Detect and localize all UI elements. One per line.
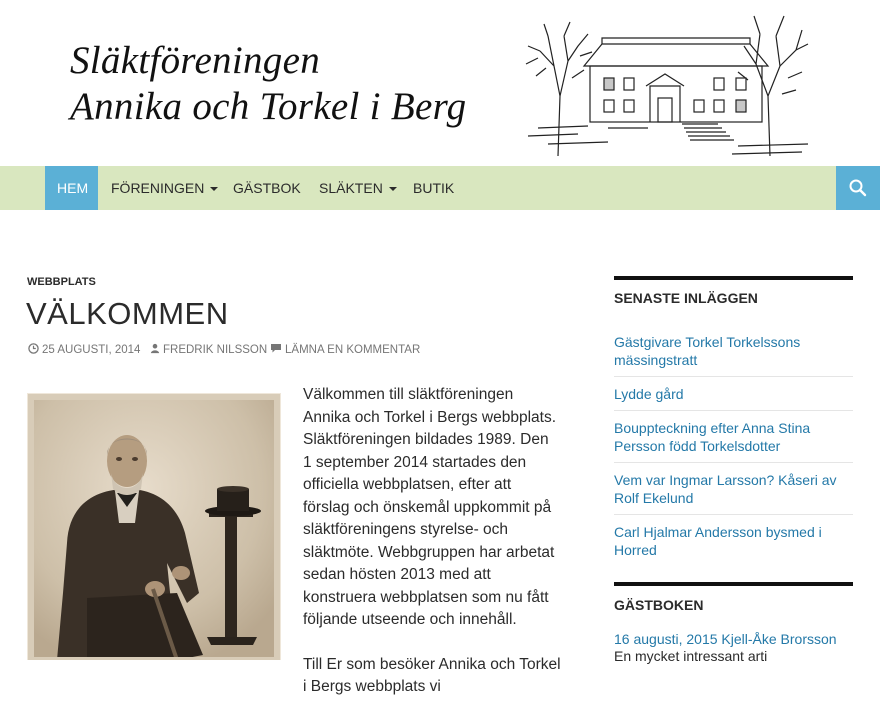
recent-post-link[interactable]: Carl Hjalmar Andersson bysmed i Horred <box>614 524 822 558</box>
nav-item-label: Gästbok <box>233 180 301 196</box>
chevron-down-icon <box>210 187 219 192</box>
post-author[interactable]: Fredrik Nilsson <box>150 343 267 356</box>
list-item[interactable]: Lydde gård <box>614 377 853 411</box>
nav-item-label: Hem <box>57 180 89 196</box>
user-icon <box>150 343 160 354</box>
widget-divider <box>614 582 853 586</box>
leave-comment-text: Lämna en kommentar <box>285 344 421 356</box>
recent-post-link[interactable]: Lydde gård <box>614 386 684 402</box>
list-item[interactable]: Vem var Ingmar Larsson? Kåseri av Rolf E… <box>614 463 853 515</box>
nav-item-butik[interactable]: Butik <box>401 166 466 210</box>
recent-posts-list: Gästgivare Torkel Torkelssons mässingstr… <box>614 325 853 566</box>
site-title-line1[interactable]: Släktföreningen <box>70 38 466 84</box>
post-content: Välkommen till släktföreningen Annika oc… <box>303 384 561 721</box>
nav-item-slakten[interactable]: Släkten <box>307 166 409 210</box>
post-category-link[interactable]: Webbplats <box>27 276 96 288</box>
post-paragraph: Till Er som besöker Annika och Torkel i … <box>303 655 561 696</box>
post-paragraph: Välkommen till släktföreningen Annika oc… <box>303 386 557 628</box>
guestbook-entry-excerpt: En mycket intressant arti <box>614 648 768 664</box>
nav-item-label: Föreningen <box>111 180 205 196</box>
search-button[interactable] <box>836 166 880 210</box>
comment-icon <box>271 344 281 353</box>
house-drawing-logo <box>525 15 809 157</box>
post-title[interactable]: VÄLKOMMEN <box>26 296 229 332</box>
site-title-line2[interactable]: Annika och Torkel i Berg <box>70 84 466 130</box>
site-title[interactable]: Släktföreningen Annika och Torkel i Berg <box>70 38 466 130</box>
site-header: Släktföreningen Annika och Torkel i Berg <box>0 0 880 166</box>
clock-icon <box>28 343 39 354</box>
nav-item-label: Butik <box>413 180 455 196</box>
list-item[interactable]: Gästgivare Torkel Torkelssons mässingstr… <box>614 325 853 377</box>
guestbook-entry-link[interactable]: 16 augusti, 2015 Kjell-Åke Brorsson <box>614 631 853 648</box>
widget-divider <box>614 276 853 280</box>
recent-post-link[interactable]: Vem var Ingmar Larsson? Kåseri av Rolf E… <box>614 472 837 506</box>
recent-posts-title: Senaste inläggen <box>614 290 758 306</box>
recent-post-link[interactable]: Bouppteckning efter Anna Stina Persson f… <box>614 420 810 454</box>
list-item[interactable]: Bouppteckning efter Anna Stina Persson f… <box>614 411 853 463</box>
nav-item-foreningen[interactable]: Föreningen <box>99 166 230 210</box>
portrait-photo <box>27 393 281 660</box>
nav-item-hem[interactable]: Hem <box>45 166 98 210</box>
main-navigation: Hem Föreningen Gästbok Släkten Butik <box>0 166 880 210</box>
leave-comment-link[interactable]: Lämna en kommentar <box>270 343 420 356</box>
post-date[interactable]: 25 augusti, 2014 <box>28 343 140 356</box>
post-date-text: 25 augusti, 2014 <box>42 344 141 356</box>
chevron-down-icon <box>388 187 397 192</box>
list-item[interactable]: Carl Hjalmar Andersson bysmed i Horred <box>614 515 853 566</box>
guestbook-title: Gästboken <box>614 597 704 613</box>
recent-post-link[interactable]: Gästgivare Torkel Torkelssons mässingstr… <box>614 334 800 368</box>
nav-item-gastbok[interactable]: Gästbok <box>221 166 313 210</box>
search-icon <box>849 179 867 197</box>
post-author-text: Fredrik Nilsson <box>163 344 268 356</box>
nav-item-label: Släkten <box>319 180 383 196</box>
